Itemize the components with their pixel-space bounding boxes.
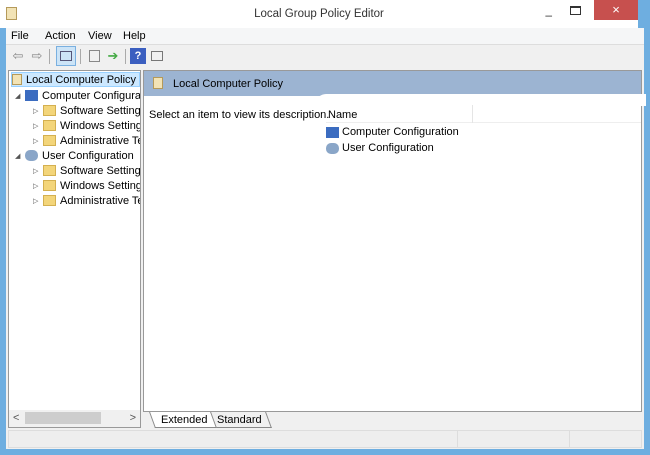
description-text: Select an item to view its description.	[149, 109, 330, 121]
menu-help[interactable]: Help	[123, 30, 146, 42]
tree-item-windows-settings[interactable]: ▷ Windows Setting	[33, 118, 140, 133]
view-tabs: Extended Standard	[146, 412, 642, 428]
console-tree: Local Computer Policy ◢ Computer Configur…	[8, 70, 141, 428]
computer-icon	[25, 90, 38, 101]
details-pane: Local Computer Policy Select an item to …	[143, 70, 646, 412]
folder-icon	[43, 105, 56, 116]
status-bar	[8, 430, 642, 448]
folder-icon	[43, 195, 56, 206]
expand-icon[interactable]: ▷	[33, 197, 43, 205]
folder-icon	[43, 135, 56, 146]
tree-label: Windows Setting	[60, 179, 140, 192]
policy-icon	[153, 77, 163, 89]
horizontal-scrollbar[interactable]: < >	[9, 410, 140, 427]
column-label: Name	[328, 109, 358, 121]
tree-item-local-computer-policy[interactable]: Local Computer Policy	[11, 72, 140, 87]
close-button[interactable]: ×	[594, 0, 638, 20]
maximize-button[interactable]	[570, 6, 581, 15]
title-bar: Local Group Policy Editor – ×	[0, 0, 644, 28]
status-divider	[457, 431, 458, 447]
collapse-icon[interactable]: ◢	[15, 152, 25, 160]
tree-label: Computer Configura	[42, 89, 140, 102]
toolbar: ⇦ ⇨ ➔ ?	[6, 46, 644, 68]
separator	[125, 49, 126, 64]
expand-icon[interactable]: ▷	[33, 107, 43, 115]
column-header-name[interactable]: Name	[326, 105, 641, 123]
tree-label: Administrative Te	[60, 194, 140, 207]
expand-icon[interactable]: ▷	[33, 137, 43, 145]
tree-item-software-settings[interactable]: ▷ Software Settings	[33, 103, 140, 118]
list-item-computer-configuration[interactable]: Computer Configuration	[326, 126, 459, 138]
show-hide-console-tree-button[interactable]	[56, 46, 76, 66]
export-list-button[interactable]: ➔	[105, 48, 121, 64]
tree-label: Software Settings	[60, 104, 140, 117]
tab-label: Standard	[217, 414, 262, 426]
details-header: Local Computer Policy	[144, 71, 641, 96]
forward-button[interactable]: ⇨	[29, 48, 45, 64]
tree-item-administrative-templates[interactable]: ▷ Administrative Te	[33, 193, 140, 208]
menu-action[interactable]: Action	[45, 30, 76, 42]
scroll-thumb[interactable]	[25, 412, 101, 424]
tree-label: User Configuration	[42, 149, 134, 162]
status-divider	[569, 431, 570, 447]
details-header-title: Local Computer Policy	[173, 78, 284, 90]
expand-icon[interactable]: ▷	[33, 167, 43, 175]
tree-label: Windows Setting	[60, 119, 140, 132]
help-button[interactable]: ?	[130, 48, 146, 64]
back-button[interactable]: ⇦	[10, 48, 26, 64]
folder-icon	[43, 165, 56, 176]
tree-item-computer-configuration[interactable]: ◢ Computer Configura	[15, 88, 140, 103]
tree-item-windows-settings[interactable]: ▷ Windows Setting	[33, 178, 140, 193]
scroll-left-arrow[interactable]: <	[13, 412, 19, 424]
scroll-right-arrow[interactable]: >	[130, 412, 136, 424]
show-action-pane-button[interactable]	[149, 48, 165, 64]
window-title: Local Group Policy Editor	[254, 8, 384, 20]
user-icon	[326, 142, 339, 154]
policy-icon	[12, 74, 22, 85]
properties-button[interactable]	[86, 48, 102, 64]
expand-icon[interactable]: ▷	[33, 182, 43, 190]
column-divider[interactable]	[472, 105, 473, 123]
separator	[49, 49, 50, 64]
tree-item-software-settings[interactable]: ▷ Software Settings	[33, 163, 140, 178]
tree-item-administrative-templates[interactable]: ▷ Administrative Te	[33, 133, 140, 148]
folder-icon	[43, 180, 56, 191]
expand-icon[interactable]: ▷	[33, 122, 43, 130]
tree-item-user-configuration[interactable]: ◢ User Configuration	[15, 148, 134, 163]
item-label: User Configuration	[342, 142, 434, 154]
list-item-user-configuration[interactable]: User Configuration	[326, 142, 434, 154]
separator	[80, 49, 81, 64]
item-label: Computer Configuration	[342, 126, 459, 138]
minimize-button[interactable]: –	[545, 8, 552, 22]
computer-icon	[326, 126, 339, 138]
tab-extended[interactable]: Extended	[149, 412, 218, 428]
menu-view[interactable]: View	[88, 30, 112, 42]
tree-label: Software Settings	[60, 164, 140, 177]
collapse-icon[interactable]: ◢	[15, 92, 25, 100]
menu-file[interactable]: File	[11, 30, 29, 42]
window: Local Group Policy Editor – × File Actio…	[0, 0, 650, 455]
user-icon	[25, 150, 38, 161]
tab-label: Extended	[161, 414, 208, 426]
menu-bar: File Action View Help	[6, 28, 644, 45]
folder-icon	[43, 120, 56, 131]
tree-label: Administrative Te	[60, 134, 140, 147]
tree-label: Local Computer Policy	[26, 73, 137, 86]
